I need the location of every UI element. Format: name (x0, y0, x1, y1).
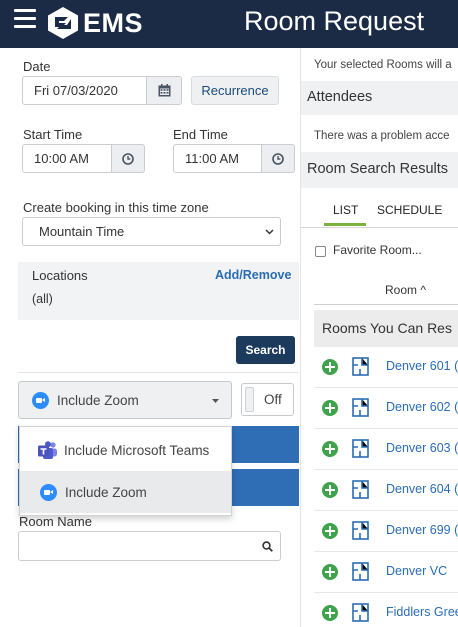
group-header: Rooms You Can Res (314, 310, 458, 347)
attendees-header[interactable]: Attendees (301, 81, 458, 115)
room-row: Denver 601 (r (314, 347, 458, 388)
add-room-icon[interactable] (322, 400, 338, 416)
add-room-icon[interactable] (322, 441, 338, 457)
start-time-label: Start Time (23, 127, 83, 142)
chevron-down-icon (265, 229, 274, 235)
menu-item-include-zoom[interactable]: Include Zoom (20, 471, 231, 513)
ems-logo: EMS (45, 6, 143, 40)
tab-list[interactable]: LIST (333, 203, 358, 217)
date-input[interactable]: Fri 07/03/2020 (22, 76, 147, 105)
selected-rooms-text: Your selected Rooms will a (314, 59, 452, 71)
timezone-label: Create booking in this time zone (23, 200, 209, 215)
tabs-divider (301, 227, 458, 228)
toggle-knob (245, 387, 254, 412)
problem-text: There was a problem acce (314, 130, 450, 142)
add-remove-link[interactable]: Add/Remove (215, 268, 291, 282)
menu-item-label: Include Microsoft Teams (64, 442, 210, 458)
clock-icon (272, 152, 284, 165)
floor-plan-icon[interactable] (352, 521, 369, 540)
hamburger-menu-icon[interactable] (14, 9, 36, 31)
menu-item-include-teams[interactable]: Include Microsoft Teams (20, 429, 231, 471)
floor-plan-icon[interactable] (352, 357, 369, 376)
start-time-value: 10:00 AM (34, 151, 89, 166)
room-row: Fiddlers Gree (314, 593, 458, 627)
add-room-icon[interactable] (322, 359, 338, 375)
date-label: Date (23, 59, 51, 74)
room-name-link[interactable]: Denver 601 (r (386, 359, 458, 373)
active-tab-indicator (324, 223, 366, 226)
recurrence-button[interactable]: Recurrence (191, 76, 279, 105)
room-row: Denver 699 (F (314, 511, 458, 552)
video-conference-select[interactable]: Include Zoom (18, 381, 232, 419)
floor-plan-icon[interactable] (352, 562, 369, 581)
menu-item-label: Include Zoom (65, 484, 147, 500)
room-name-link[interactable]: Denver 699 (F (386, 523, 458, 537)
favorite-rooms-checkbox[interactable] (315, 246, 326, 257)
room-row: Denver 604 (F (314, 470, 458, 511)
caret-down-icon (212, 399, 219, 403)
room-name-label: Room Name (19, 514, 92, 529)
add-room-icon[interactable] (322, 605, 338, 621)
room-row: Denver 602 (F (314, 388, 458, 429)
add-room-icon[interactable] (322, 482, 338, 498)
timezone-select[interactable]: Mountain Time (22, 217, 281, 246)
results-header: Room Search Results (301, 152, 458, 188)
locations-label: Locations (32, 268, 88, 283)
search-button[interactable]: Search (236, 336, 295, 364)
ems-logo-icon (48, 7, 78, 39)
end-time-clock-button[interactable] (261, 144, 295, 173)
floor-plan-icon[interactable] (352, 603, 369, 622)
room-row: Denver VC (314, 552, 458, 593)
microsoft-teams-icon (38, 440, 57, 459)
room-name-link[interactable]: Fiddlers Gree (386, 605, 458, 619)
start-time-clock-button[interactable] (111, 144, 145, 173)
zoom-icon (40, 483, 57, 501)
group-header-label: Rooms You Can Res (322, 320, 452, 336)
timezone-value: Mountain Time (39, 224, 125, 239)
logo-text: EMS (83, 7, 144, 38)
calendar-button[interactable] (146, 76, 182, 105)
locations-panel: Locations Add/Remove (all) (18, 262, 299, 320)
include-toggle[interactable]: Off (241, 383, 294, 416)
favorite-rooms-label: Favorite Room... (333, 243, 422, 257)
top-bar: EMS Room Request (0, 0, 458, 48)
add-room-icon[interactable] (322, 564, 338, 580)
attendees-label: Attendees (307, 89, 373, 105)
floor-plan-icon[interactable] (352, 480, 369, 499)
end-time-input[interactable]: 11:00 AM (173, 144, 262, 173)
add-room-icon[interactable] (322, 523, 338, 539)
date-value: Fri 07/03/2020 (34, 83, 118, 98)
end-time-value: 11:00 AM (185, 151, 239, 166)
tab-schedule[interactable]: SCHEDULE (377, 203, 442, 217)
video-conference-dropdown: Include Microsoft Teams Include Zoom (19, 426, 232, 516)
column-header-divider (314, 304, 458, 305)
calendar-icon (158, 84, 170, 97)
toggle-label: Off (264, 392, 282, 407)
room-name-link[interactable]: Denver 603 (N (386, 441, 458, 455)
floor-plan-icon[interactable] (352, 439, 369, 458)
room-name-link[interactable]: Denver 602 (F (386, 400, 458, 414)
video-conference-value: Include Zoom (57, 392, 139, 408)
room-row: Denver 603 (N (314, 429, 458, 470)
floor-plan-icon[interactable] (352, 398, 369, 417)
room-name-link[interactable]: Denver 604 (F (386, 482, 458, 496)
search-icon (262, 541, 273, 552)
divider (18, 372, 299, 373)
locations-value: (all) (32, 292, 53, 306)
page-title: Room Request (244, 6, 425, 36)
room-column-header[interactable]: Room ^ (385, 283, 426, 297)
zoom-icon (32, 391, 49, 409)
clock-icon (122, 152, 134, 165)
room-name-link[interactable]: Denver VC (386, 564, 447, 578)
start-time-input[interactable]: 10:00 AM (22, 144, 112, 173)
room-results-panel: Your selected Rooms will a Attendees The… (300, 48, 458, 627)
end-time-label: End Time (173, 127, 228, 142)
room-name-input[interactable] (18, 531, 281, 561)
results-title: Room Search Results (307, 161, 449, 177)
